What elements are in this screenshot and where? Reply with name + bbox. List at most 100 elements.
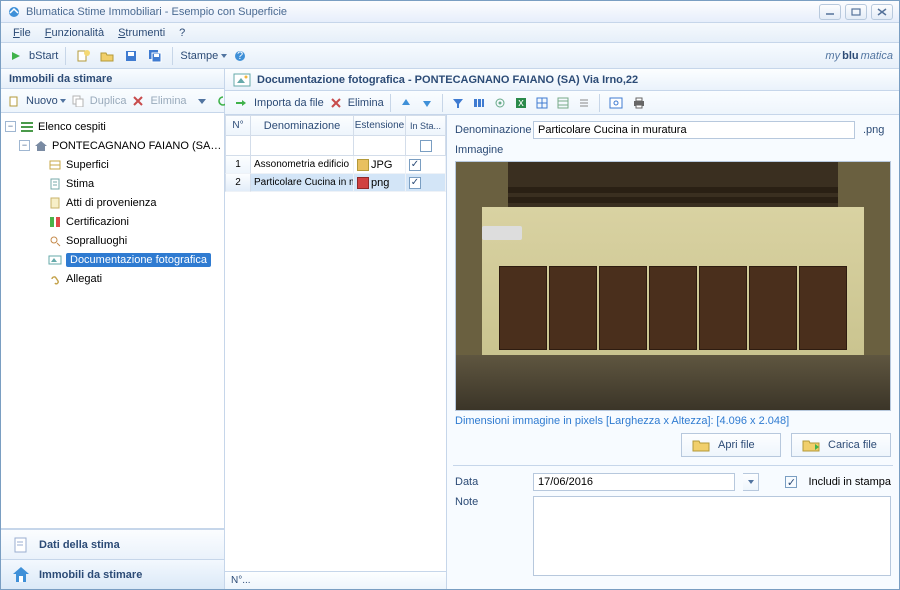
nav-dati-stima[interactable]: Dati della stima [1,529,224,559]
sidebar-title: Immobili da stimare [1,69,224,89]
row-checkbox[interactable]: ✓ [409,177,421,189]
tree-root[interactable]: − Elenco cespiti [3,117,222,136]
delete-icon[interactable] [327,94,345,112]
save-icon[interactable] [121,47,141,65]
tree-property[interactable]: − PONTECAGNANO FAIANO (SA) Via Irno,22 [3,136,222,155]
denominazione-input[interactable] [533,121,855,139]
main: Documentazione fotografica - PONTECAGNAN… [225,69,899,589]
tree-item-sopralluoghi[interactable]: Sopralluoghi [3,231,222,250]
excel-icon[interactable]: x [512,94,530,112]
main-toolbar: bStart Stampe ? myblumatica [1,43,899,69]
label-immagine: Immagine [455,144,525,156]
menu-funzionalita[interactable]: Funzionalità [39,25,110,41]
file-type-icon [357,177,369,189]
notes-textarea[interactable] [533,496,891,576]
tree[interactable]: − Elenco cespiti − PONTECAGNANO FAIANO (… [1,113,224,529]
duplica-button[interactable]: Duplica [90,95,127,107]
menu-file[interactable]: File [7,25,37,41]
image-preview[interactable] [455,161,891,411]
date-picker-button[interactable] [743,473,759,491]
tool-icon[interactable] [491,94,509,112]
surface-icon [47,157,63,173]
chevron-down-icon [221,54,227,58]
new-item-icon[interactable] [5,92,23,110]
chevron-down-icon [60,99,66,103]
includi-checkbox[interactable]: ✓ [785,476,797,488]
nav-strip: Dati della stima Immobili da stimare [1,529,224,589]
col-denominazione[interactable]: Denominazione [251,116,354,136]
carica-file-button[interactable]: Carica file [791,433,891,457]
collapse-icon[interactable]: − [19,140,30,151]
elimina-button[interactable]: Elimina [150,95,186,107]
svg-text:?: ? [237,50,243,62]
scroll-icon [47,195,63,211]
window-title: Blumatica Stime Immobiliari - Esempio co… [26,6,815,18]
tree-item-documentazione[interactable]: Documentazione fotografica [3,250,222,269]
arrow-up-icon[interactable] [397,94,415,112]
stampe-button[interactable]: Stampe [180,50,227,62]
photo-doc-icon [233,72,251,88]
open-folder-icon[interactable] [97,47,117,65]
body: Immobili da stimare Nuovo Duplica Elimin… [1,69,899,589]
preview-icon[interactable] [606,94,626,112]
apri-file-button[interactable]: Apri file [681,433,781,457]
import-icon[interactable] [231,94,251,112]
importa-button[interactable]: Importa da file [254,97,324,109]
grid2-icon[interactable] [554,94,572,112]
tree-item-certificazioni[interactable]: Certificazioni [3,212,222,231]
columns-icon[interactable] [470,94,488,112]
col-stampa[interactable]: In Sta... [406,116,446,136]
list-icon [19,119,35,135]
sidebar: Immobili da stimare Nuovo Duplica Elimin… [1,69,225,589]
filter-checkbox[interactable] [420,140,432,152]
grid-header: N° Denominazione Estensione In Sta... [225,115,446,136]
down-icon[interactable] [193,92,211,110]
maximize-button[interactable] [845,4,867,20]
tree-item-stima[interactable]: Stima [3,174,222,193]
menu-strumenti[interactable]: Strumenti [112,25,171,41]
tree-item-atti[interactable]: Atti di provenienza [3,193,222,212]
tree-item-superfici[interactable]: Superfici [3,155,222,174]
nuovo-button[interactable]: Nuovo [26,95,66,107]
grid-icon[interactable] [533,94,551,112]
row-checkbox[interactable]: ✓ [409,159,421,171]
play-icon[interactable] [7,47,25,65]
file-type-icon [357,159,369,171]
detail-pane: Denominazione .png Immagine [447,115,899,589]
elimina-doc-button[interactable]: Elimina [348,97,384,109]
grid-body[interactable]: 1 Assonometria edificio JPG ✓ 2 Particol… [225,156,446,571]
label-data: Data [455,476,525,488]
minimize-button[interactable] [819,4,841,20]
save-as-icon[interactable] [145,47,165,65]
table-row[interactable]: 2 Particolare Cucina in muratura png ✓ [225,174,446,192]
app-window: Blumatica Stime Immobiliari - Esempio co… [0,0,900,590]
close-button[interactable] [871,4,893,20]
nav-immobili[interactable]: Immobili da stimare [1,559,224,589]
doc-icon [11,535,31,555]
arrow-down-icon[interactable] [418,94,436,112]
delete-icon[interactable] [129,92,147,110]
menu-help[interactable]: ? [173,25,191,41]
data-input[interactable] [533,473,735,491]
list-pane: N° Denominazione Estensione In Sta... 1 [225,115,447,589]
col-estensione[interactable]: Estensione [354,116,406,136]
collapse-icon[interactable]: − [5,121,16,132]
print-icon[interactable] [629,94,649,112]
collapse-all-icon[interactable] [575,94,593,112]
label-denominazione: Denominazione [455,124,525,136]
tree-item-allegati[interactable]: Allegati [3,269,222,288]
col-n[interactable]: N° [225,116,251,136]
app-icon [7,5,21,19]
dimensions-text: Dimensioni immagine in pixels [Larghezza… [455,415,891,427]
new-doc-icon[interactable] [73,47,93,65]
table-row[interactable]: 1 Assonometria edificio JPG ✓ [225,156,446,174]
attach-icon [47,271,63,287]
help-icon[interactable]: ? [231,47,249,65]
filter-icon[interactable] [449,94,467,112]
inspect-icon [47,233,63,249]
photo-icon [47,252,63,268]
menubar: File Funzionalità Strumenti ? [1,23,899,43]
bstart-button[interactable]: bStart [29,50,58,62]
duplicate-icon[interactable] [69,92,87,110]
filter-input[interactable] [251,138,353,154]
